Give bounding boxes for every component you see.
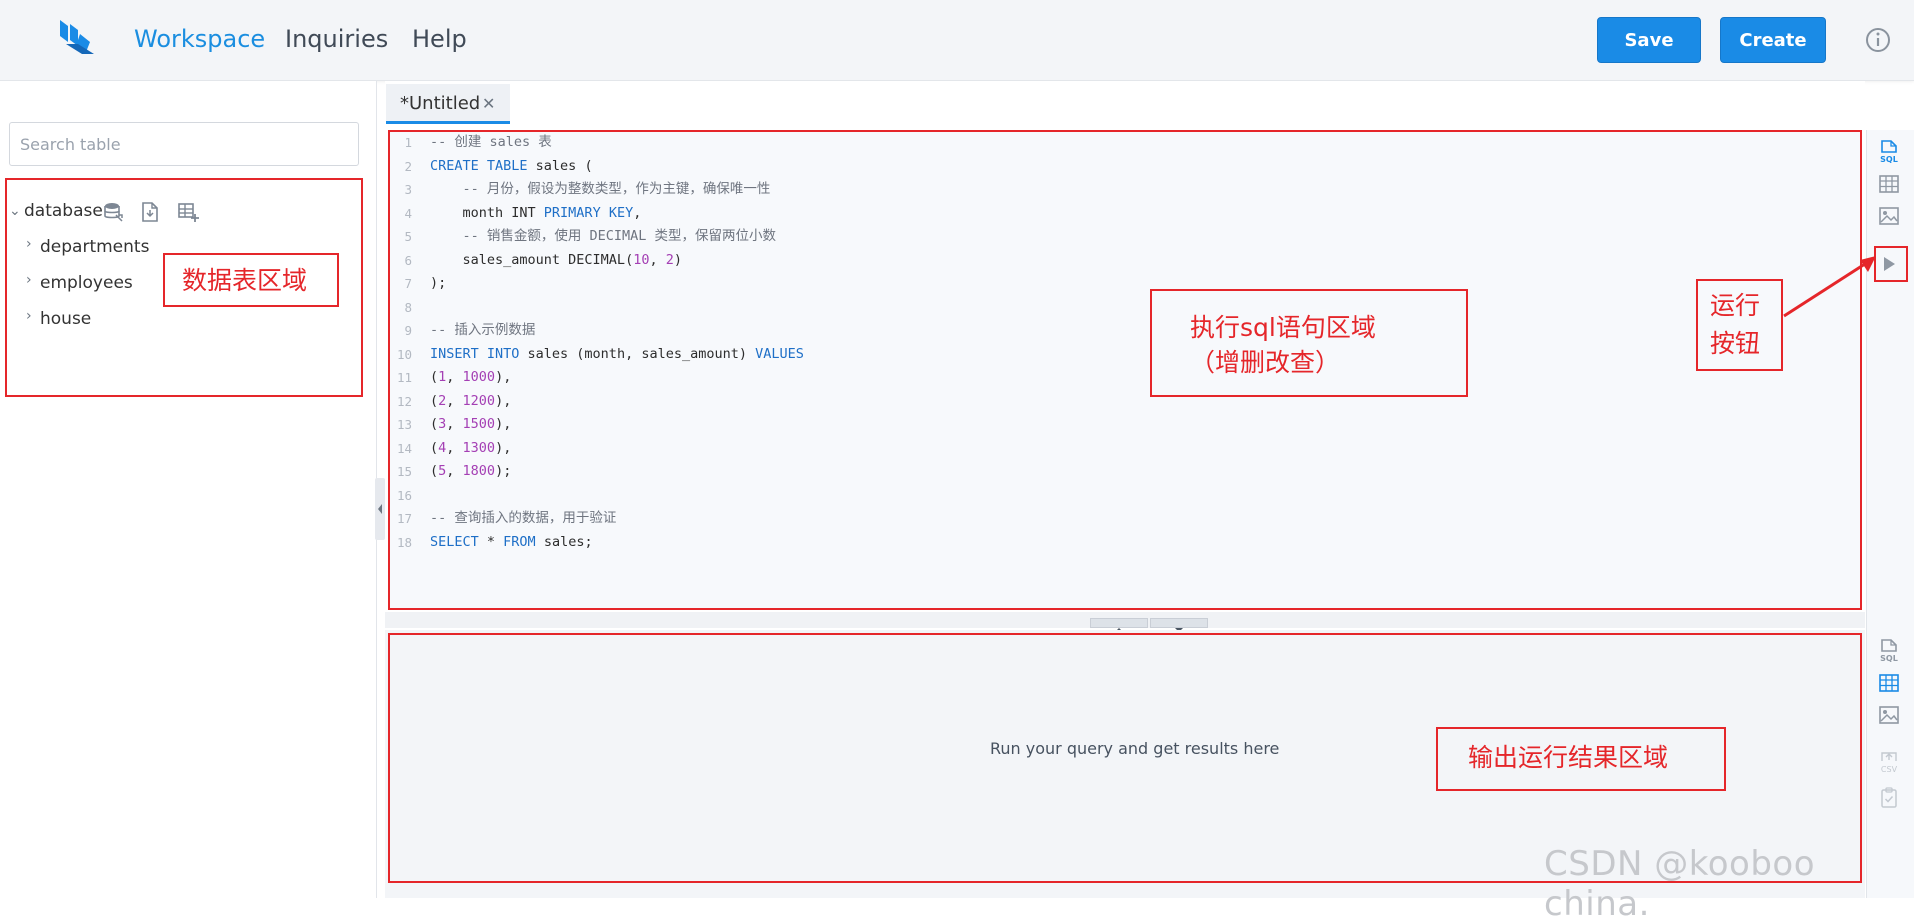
app-logo-icon[interactable]: [56, 16, 100, 60]
editor-tabbar: [385, 81, 1865, 126]
collapse-left-icon: [378, 504, 382, 514]
expand-up-button[interactable]: [1090, 618, 1148, 632]
annotation-run-button-label-1: 运行: [1710, 291, 1761, 320]
annotation-sql-area-label-1: 执行sql语句区域: [1190, 313, 1376, 342]
svg-text:SQL: SQL: [1880, 654, 1898, 663]
sql-file-icon[interactable]: SQL: [1876, 638, 1902, 664]
svg-text:CSV: CSV: [1881, 765, 1898, 774]
nav-inquiries[interactable]: Inquiries: [285, 24, 388, 54]
annotation-arrow-icon: [1783, 256, 1876, 318]
table-view-icon[interactable]: [1876, 670, 1902, 696]
annotation-table-area-label: 数据表区域: [182, 266, 308, 295]
search-table-input[interactable]: [9, 122, 359, 166]
image-icon[interactable]: [1876, 702, 1902, 728]
nav-help[interactable]: Help: [412, 24, 467, 54]
sql-file-icon[interactable]: SQL: [1876, 139, 1902, 165]
save-button[interactable]: Save: [1597, 17, 1701, 63]
close-icon[interactable]: ✕: [482, 94, 495, 113]
image-icon[interactable]: [1876, 203, 1902, 229]
expand-down-button[interactable]: [1150, 618, 1208, 632]
annotation-run-button-label-2: 按钮: [1710, 329, 1761, 358]
tab-label: *Untitled: [400, 93, 481, 114]
tab-untitled[interactable]: *Untitled ✕: [386, 84, 510, 124]
nav-workspace[interactable]: Workspace: [134, 24, 265, 54]
table-view-icon[interactable]: [1876, 171, 1902, 197]
clipboard-icon[interactable]: [1876, 785, 1902, 811]
top-header: Workspace Inquiries Help Save Create: [0, 0, 1914, 81]
sidebar-collapse-handle[interactable]: [375, 478, 385, 540]
annotation-output-area-label: 输出运行结果区域: [1468, 743, 1669, 772]
watermark: CSDN @kooboo china.: [1544, 844, 1816, 924]
svg-text:SQL: SQL: [1880, 155, 1898, 164]
create-button[interactable]: Create: [1720, 17, 1826, 63]
info-icon[interactable]: [1864, 26, 1892, 54]
annotation-sql-area-box: [388, 130, 1862, 610]
export-csv-icon[interactable]: CSV: [1876, 749, 1902, 775]
annotation-sql-area-label-2: （增删改查）: [1190, 348, 1341, 377]
